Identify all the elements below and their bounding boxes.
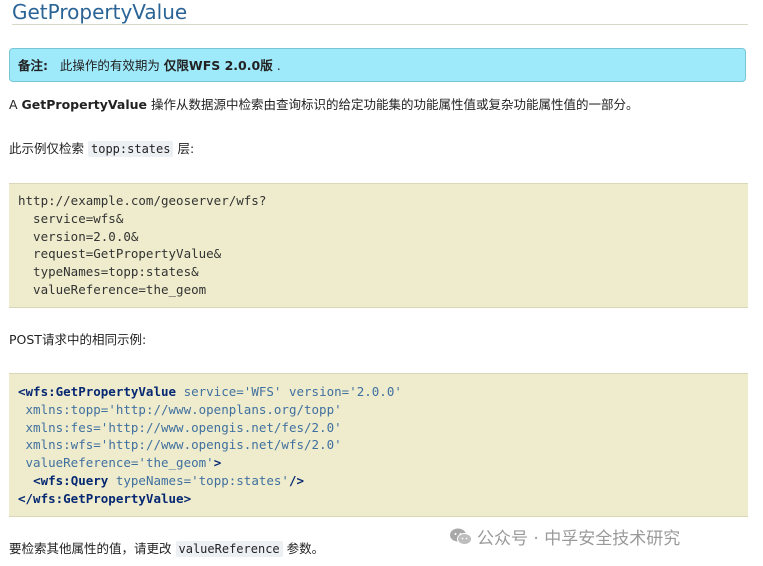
post-request-code: <wfs:GetPropertyValue service='WFS' vers… xyxy=(9,373,748,517)
code-line: request=GetPropertyValue& xyxy=(18,246,222,262)
xml-value: 'http://www.opengis.net/fes/2.0' xyxy=(100,419,342,435)
example-intro-end: 层: xyxy=(177,141,195,156)
xml-tag: <wfs:Query xyxy=(33,472,109,488)
xml-attr: xmlns:topp= xyxy=(25,401,109,417)
intro-prefix: A xyxy=(9,97,18,112)
code-line: version=2.0.0& xyxy=(18,228,139,244)
xml-attr: version= xyxy=(288,384,350,399)
xml-tag: /> xyxy=(288,472,305,488)
xml-value: '2.0.0' xyxy=(349,384,402,399)
page-title: GetPropertyValue xyxy=(12,0,748,25)
xml-value: 'http://www.openplans.org/topp' xyxy=(108,401,342,417)
intro-paragraph: A GetPropertyValue 操作从数据源中检索由查询标识的给定功能集的… xyxy=(9,96,638,114)
xml-value: 'the_geom' xyxy=(138,455,214,471)
note-end: . xyxy=(276,58,281,73)
note-text: 此操作的有效期为 xyxy=(59,58,160,73)
intro-text: 操作从数据源中检索由查询标识的给定功能集的功能属性值或复杂功能属性值的一部分。 xyxy=(150,97,639,112)
wechat-icon xyxy=(450,528,472,545)
get-request-code: http://example.com/geoserver/wfs? servic… xyxy=(9,183,748,308)
xml-value: 'http://www.opengis.net/wfs/2.0' xyxy=(100,437,342,453)
watermark-text: 公众号 · 中孚安全技术研究 xyxy=(477,529,681,549)
doc-page: GetPropertyValue 备注: 此操作的有效期为 仅限WFS 2.0.… xyxy=(0,0,763,566)
intro-op-name: GetPropertyValue xyxy=(21,97,147,112)
footer-text: 要检索其他属性的值，请更改 xyxy=(9,541,172,556)
footer-end: 参数。 xyxy=(286,541,325,556)
code-line: typeNames=topp:states& xyxy=(18,264,199,280)
xml-value: 'topp:states' xyxy=(191,472,289,488)
xml-tag: <wfs:GetPropertyValue xyxy=(18,384,177,399)
xml-tag: </wfs:GetPropertyValue> xyxy=(18,490,192,506)
xml-attr: valueReference= xyxy=(25,455,139,471)
footer-code: valueReference xyxy=(175,541,283,557)
code-line: service=wfs& xyxy=(18,210,124,226)
post-intro: POST请求中的相同示例: xyxy=(9,332,147,347)
watermark: 公众号 · 中孚安全技术研究 xyxy=(449,524,680,549)
example-intro-text: 此示例仅检索 xyxy=(9,141,85,156)
note-emphasis: 仅限WFS 2.0.0版 xyxy=(163,58,273,73)
code-line: valueReference=the_geom xyxy=(18,281,207,297)
xml-value: 'WFS' xyxy=(243,384,282,399)
xml-attr: xmlns:fes= xyxy=(25,419,101,435)
example-layer-code: topp:states xyxy=(88,141,174,157)
note-box: 备注: 此操作的有效期为 仅限WFS 2.0.0版 . xyxy=(9,48,746,82)
xml-tag: > xyxy=(213,455,222,471)
note-label: 备注: xyxy=(18,58,48,73)
xml-attr: typeNames= xyxy=(115,472,192,488)
xml-attr: xmlns:wfs= xyxy=(25,437,101,453)
example-intro: 此示例仅检索 topp:states 层: xyxy=(9,140,194,158)
xml-attr: service= xyxy=(183,384,244,399)
code-line: http://example.com/geoserver/wfs? xyxy=(18,193,267,208)
footer-paragraph: 要检索其他属性的值，请更改 valueReference 参数。 xyxy=(9,540,324,558)
